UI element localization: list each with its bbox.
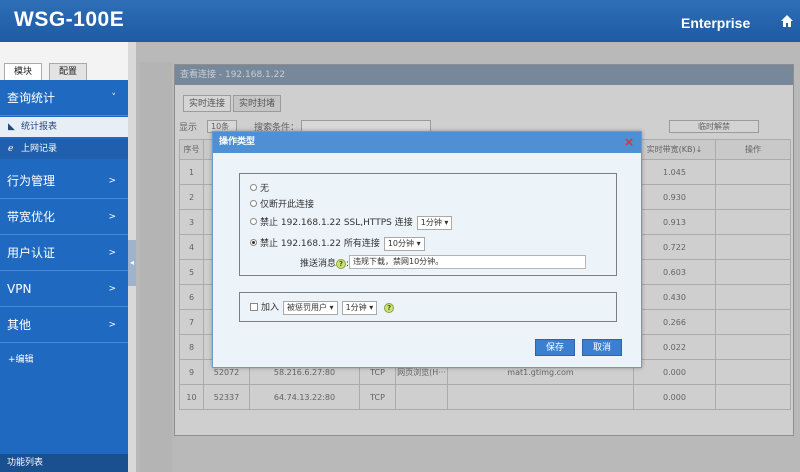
menu-other[interactable]: 其他 > (0, 307, 128, 343)
home-icon[interactable] (780, 14, 794, 28)
chevron-down-icon: ˅ (111, 93, 117, 103)
menu-label: 其他 (7, 318, 32, 332)
join-group-box: 加入 被惩罚用户 ▾ 1分钟 ▾ ? (239, 292, 617, 322)
sub-item-label: 统计报表 (21, 122, 58, 132)
menu-bandwidth[interactable]: 带宽优化 > (0, 199, 128, 235)
block-all-duration-select[interactable]: 10分钟 ▾ (383, 236, 425, 251)
option-block-all[interactable]: 禁止 192.168.1.22 所有连接 10分钟 ▾ (250, 236, 425, 251)
help-icon[interactable]: ? (384, 302, 395, 313)
option-disconnect[interactable]: 仅断开此连接 (250, 197, 314, 210)
option-block-ssl[interactable]: 禁止 192.168.1.22 SSL,HTTPS 连接 1分钟 ▾ (250, 215, 453, 230)
modal-title: 操作类型 (213, 132, 641, 153)
edit-menu-link[interactable]: +编辑 (8, 352, 34, 365)
push-message-label: 推送消息 (300, 259, 337, 269)
radio-block-all[interactable] (250, 239, 257, 246)
menu-label: VPN (7, 282, 32, 296)
radio-block-ssl[interactable] (250, 218, 257, 225)
sidebar-collapse-handle[interactable]: ◂ (128, 240, 136, 286)
menu-auth[interactable]: 用户认证 > (0, 235, 128, 271)
menu-label: 带宽优化 (7, 210, 56, 224)
action-options-box: 无 仅断开此连接 禁止 192.168.1.22 SSL,HTTPS 连接 1分钟… (239, 173, 617, 276)
sub-item-stats-report[interactable]: ◣ 统计报表 (0, 117, 128, 137)
tab-modules[interactable]: 模块 (4, 63, 42, 80)
operation-type-modal: 操作类型 × 无 仅断开此连接 禁止 192.168.1.22 SSL,HTTP… (212, 131, 642, 368)
chevron-right-icon: > (108, 248, 116, 258)
sidebar-footer: 功能列表 (0, 454, 128, 472)
brand-logo: WSG-100E (14, 8, 125, 31)
save-button[interactable]: 保存 (535, 339, 575, 356)
sidebar: 模块 配置 查询统计 ˅ ◣ 统计报表 ℯ 上网记录 行为管理 > 带宽优化 > 用… (0, 42, 128, 472)
join-group-row: 加入 被惩罚用户 ▾ 1分钟 ▾ ? (250, 300, 395, 315)
top-header: WSG-100E Enterprise (0, 0, 800, 42)
join-duration-select[interactable]: 1分钟 ▾ (341, 300, 378, 315)
option-none-label: 无 (260, 184, 270, 194)
join-label: 加入 (261, 303, 280, 313)
edition-label: Enterprise (681, 15, 751, 31)
radio-none[interactable] (250, 184, 257, 191)
join-group-checkbox[interactable] (250, 302, 258, 311)
menu-label: 查询统计 (7, 91, 56, 105)
menu-label: 行为管理 (7, 174, 56, 188)
chevron-right-icon: > (108, 176, 116, 186)
cancel-button[interactable]: 取消 (582, 339, 622, 356)
chevron-right-icon: > (108, 284, 116, 294)
menu-query-stats[interactable]: 查询统计 ˅ (0, 80, 128, 116)
push-message-input[interactable]: 违规下载，禁网10分钟。 (349, 255, 586, 269)
group-select[interactable]: 被惩罚用户 ▾ (283, 300, 338, 315)
chevron-right-icon: > (108, 212, 116, 222)
chart-icon: ◣ (8, 122, 15, 132)
menu-label: 用户认证 (7, 246, 56, 260)
menu-behavior[interactable]: 行为管理 > (0, 163, 128, 199)
sidebar-tabs: 模块 配置 (0, 42, 128, 80)
close-icon[interactable]: × (624, 136, 634, 148)
option-block-ssl-label: 禁止 192.168.1.22 SSL,HTTPS 连接 (260, 218, 413, 228)
option-block-all-label: 禁止 192.168.1.22 所有连接 (260, 239, 380, 249)
radio-disconnect[interactable] (250, 200, 257, 207)
menu-vpn[interactable]: VPN > (0, 271, 128, 307)
tab-config[interactable]: 配置 (49, 63, 87, 80)
sub-item-web-records[interactable]: ℯ 上网记录 (0, 139, 128, 159)
option-disconnect-label: 仅断开此连接 (260, 200, 315, 210)
help-icon[interactable]: ? (336, 258, 347, 269)
sub-item-label: 上网记录 (21, 144, 58, 154)
option-none[interactable]: 无 (250, 181, 269, 194)
push-message-row: 推送消息?: (300, 258, 350, 269)
ie-icon: ℯ (8, 144, 14, 154)
chevron-right-icon: > (108, 320, 116, 330)
block-ssl-duration-select[interactable]: 1分钟 ▾ (416, 215, 453, 230)
